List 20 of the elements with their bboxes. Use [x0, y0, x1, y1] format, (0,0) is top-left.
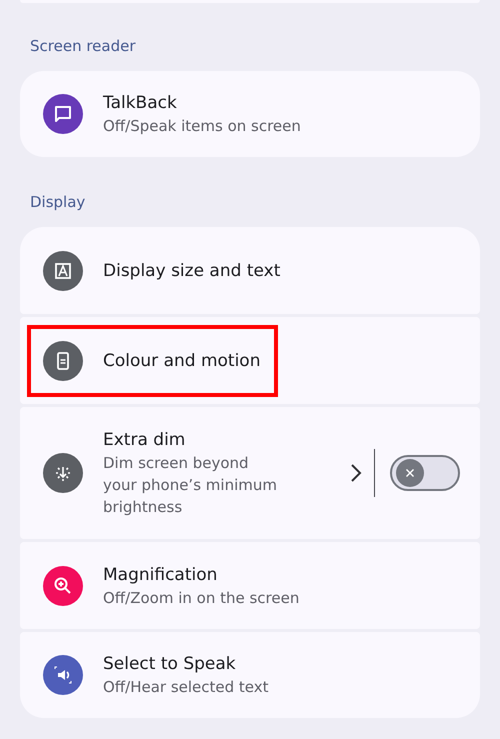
item-title: Display size and text — [103, 260, 280, 282]
settings-item[interactable]: Magnification Off/Zoom in on the screen — [20, 542, 480, 629]
settings-item[interactable]: TalkBack Off/Speak items on screen — [20, 71, 480, 157]
item-summary: Off/Hear selected text — [103, 677, 269, 698]
item-title: Extra dim — [103, 429, 186, 452]
item-title: Colour and motion — [103, 350, 260, 372]
chevron-right-icon — [350, 463, 362, 483]
item-summary: Dim screen beyond your phone’s minimum brightness — [103, 453, 277, 518]
item-summary: Off/Speak items on screen — [103, 116, 301, 137]
item-title: Select to Speak — [103, 653, 237, 676]
item-title: Magnification — [103, 564, 218, 586]
toggle-switch[interactable] — [390, 455, 460, 491]
settings-item[interactable]: Display size and text — [20, 227, 480, 314]
settings-item[interactable]: Select to Speak Off/Hear selected text — [20, 632, 480, 718]
section-header: Display — [29, 192, 86, 213]
item-title: TalkBack — [103, 92, 178, 115]
settings-item[interactable]: Extra dim Dim screen beyond your phone’s minimum brightness — [20, 407, 480, 539]
settings-item[interactable]: Colour and motion — [20, 317, 480, 404]
item-summary: Off/Zoom in on the screen — [103, 588, 300, 608]
section-header: Screen reader — [29, 36, 137, 57]
